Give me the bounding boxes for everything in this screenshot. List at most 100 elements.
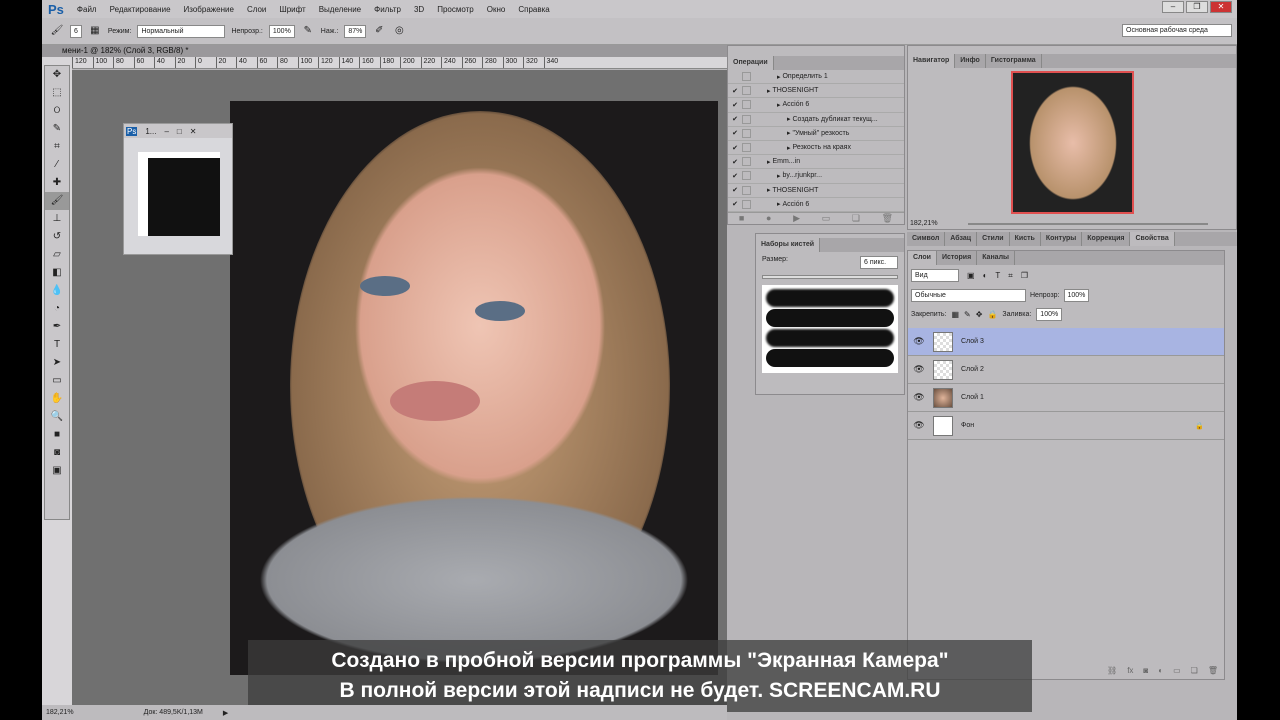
document-tab[interactable]: мени-1 @ 182% (Слой 3, RGB/8) * xyxy=(42,45,727,57)
expand-triangle-icon[interactable]: ▸ xyxy=(757,200,782,208)
dialog-toggle[interactable] xyxy=(742,100,751,110)
brush-list[interactable] xyxy=(762,285,898,373)
fx-icon[interactable]: fx xyxy=(1127,666,1133,675)
size-slider[interactable] xyxy=(762,275,898,279)
tab-adjustments[interactable]: Коррекция xyxy=(1082,232,1131,246)
dialog-toggle[interactable] xyxy=(742,185,751,195)
small-minimize-button[interactable]: – xyxy=(164,127,168,136)
record-icon[interactable]: ● xyxy=(766,213,771,226)
visibility-eye-icon[interactable]: 👁 xyxy=(908,392,930,403)
filter-pixel-icon[interactable]: ▣ xyxy=(967,271,975,280)
workspace-select[interactable]: Основная рабочая среда xyxy=(1122,24,1232,37)
dialog-toggle[interactable] xyxy=(742,171,751,181)
action-toggle-check[interactable]: ✔ xyxy=(728,115,742,123)
expand-triangle-icon[interactable]: ▸ xyxy=(757,129,792,137)
crop-tool-icon[interactable]: ⌗ xyxy=(45,138,69,156)
navigator-thumbnail[interactable] xyxy=(1011,71,1134,214)
path-select-tool-icon[interactable]: ➤ xyxy=(45,354,69,372)
tab-layers[interactable]: Слои xyxy=(908,251,937,265)
action-row[interactable]: ▸ Определить 1 xyxy=(728,70,904,85)
document-photo[interactable] xyxy=(230,101,718,675)
layer-opacity-field[interactable]: 100% xyxy=(1063,289,1090,302)
new-group-icon[interactable]: ▭ xyxy=(1173,666,1181,675)
blend-mode-select[interactable]: Обычные xyxy=(911,289,1026,302)
flow-field[interactable]: 87% xyxy=(344,24,367,38)
action-row[interactable]: ✔ ▸ Emm...in xyxy=(728,155,904,170)
history-brush-icon[interactable]: ↺ xyxy=(45,228,69,246)
lasso-tool-icon[interactable]: ଠ xyxy=(45,102,69,120)
menu-view[interactable]: Просмотр xyxy=(437,5,474,14)
expand-triangle-icon[interactable]: ▸ xyxy=(757,115,792,123)
blur-tool-icon[interactable]: 💧 xyxy=(45,282,69,300)
dialog-toggle[interactable] xyxy=(742,128,751,138)
stamp-tool-icon[interactable]: ⊥ xyxy=(45,210,69,228)
brush-tool-icon[interactable]: 🖌 xyxy=(45,192,69,210)
new-set-icon[interactable]: ▭ xyxy=(822,213,831,226)
play-icon[interactable]: ▶ xyxy=(793,213,800,226)
new-action-icon[interactable]: ❏ xyxy=(852,213,860,226)
brush-panel-toggle-icon[interactable]: ▦ xyxy=(88,24,102,38)
action-row[interactable]: ✔ ▸ THOSENIGHT xyxy=(728,84,904,99)
tab-actions[interactable]: Операции xyxy=(728,56,774,70)
move-tool-icon[interactable]: ✥ xyxy=(45,66,69,84)
expand-triangle-icon[interactable]: ▸ xyxy=(757,186,772,194)
dialog-toggle[interactable] xyxy=(742,114,751,124)
expand-triangle-icon[interactable]: ▸ xyxy=(757,144,792,152)
opacity-field[interactable]: 100% xyxy=(268,24,295,38)
menu-window[interactable]: Окно xyxy=(487,5,506,14)
airbrush-icon[interactable]: ✐ xyxy=(372,24,386,38)
menu-3d[interactable]: 3D xyxy=(414,5,424,14)
tab-channels[interactable]: Каналы xyxy=(977,251,1015,265)
tab-paths[interactable]: Контуры xyxy=(1041,232,1083,246)
action-toggle-check[interactable]: ✔ xyxy=(728,101,742,109)
expand-triangle-icon[interactable]: ▸ xyxy=(757,172,782,180)
action-row[interactable]: ✔ ▸ Acción 6 xyxy=(728,198,904,212)
tab-navigator[interactable]: Навигатор xyxy=(908,54,956,68)
delete-layer-icon[interactable]: 🗑 xyxy=(1208,666,1218,675)
adjustment-layer-icon[interactable]: ◐ xyxy=(1158,666,1163,675)
action-toggle-check[interactable]: ✔ xyxy=(728,200,742,208)
navigator-zoom-slider[interactable] xyxy=(968,223,1208,225)
gradient-tool-icon[interactable]: ◧ xyxy=(45,264,69,282)
maximize-button[interactable]: ❐ xyxy=(1186,1,1208,13)
action-toggle-check[interactable]: ✔ xyxy=(728,129,742,137)
tab-properties[interactable]: Свойства xyxy=(1130,232,1175,246)
brush-tool-icon[interactable]: 🖌 xyxy=(50,24,64,38)
mode-select[interactable]: Нормальный xyxy=(137,24,226,38)
action-row[interactable]: ✔ ▸ "Умный" резкость xyxy=(728,127,904,141)
action-row[interactable]: ✔ ▸ Acción 6 xyxy=(728,98,904,113)
quick-select-tool-icon[interactable]: ✎ xyxy=(45,120,69,138)
tab-info[interactable]: Инфо xyxy=(955,54,986,68)
zoom-tool-icon[interactable]: 🔍 xyxy=(45,408,69,426)
action-toggle-check[interactable]: ✔ xyxy=(728,186,742,194)
layer-row[interactable]: 👁 Слой 1 xyxy=(908,384,1224,412)
lock-pixels-icon[interactable]: ✎ xyxy=(964,310,971,319)
filter-smart-icon[interactable]: ❐ xyxy=(1021,271,1028,280)
layer-row[interactable]: 👁 Слой 2 xyxy=(908,356,1224,384)
eraser-tool-icon[interactable]: ▱ xyxy=(45,246,69,264)
expand-triangle-icon[interactable]: ▸ xyxy=(757,87,772,95)
filter-adjust-icon[interactable]: ◐ xyxy=(983,271,988,280)
layer-row[interactable]: 👁 Слой 3 xyxy=(908,328,1224,356)
tab-histogram[interactable]: Гистограмма xyxy=(986,54,1042,68)
filter-type-icon[interactable]: T xyxy=(995,271,1000,280)
action-toggle-check[interactable]: ✔ xyxy=(728,158,742,166)
pressure-size-icon[interactable]: ◎ xyxy=(392,24,406,38)
shape-tool-icon[interactable]: ▭ xyxy=(45,372,69,390)
visibility-eye-icon[interactable]: 👁 xyxy=(908,336,930,347)
visibility-eye-icon[interactable]: 👁 xyxy=(908,420,930,431)
new-layer-icon[interactable]: ❏ xyxy=(1191,666,1198,675)
link-layers-icon[interactable]: ⛓ xyxy=(1107,666,1117,675)
menu-select[interactable]: Выделение xyxy=(319,5,361,14)
fill-field[interactable]: 100% xyxy=(1036,308,1063,321)
status-menu-arrow-icon[interactable]: ▶ xyxy=(223,709,228,717)
marquee-tool-icon[interactable]: ⬚ xyxy=(45,84,69,102)
action-toggle-check[interactable]: ✔ xyxy=(728,144,742,152)
lock-all-icon[interactable]: 🔒 xyxy=(987,310,997,319)
minimize-button[interactable]: – xyxy=(1162,1,1184,13)
action-row[interactable]: ✔ ▸ by...rjunkpr... xyxy=(728,169,904,184)
navigator-zoom[interactable]: 182,21% xyxy=(910,220,938,227)
small-close-button[interactable]: ✕ xyxy=(190,127,197,136)
visibility-eye-icon[interactable]: 👁 xyxy=(908,364,930,375)
lock-transparency-icon[interactable]: ▦ xyxy=(951,310,959,319)
